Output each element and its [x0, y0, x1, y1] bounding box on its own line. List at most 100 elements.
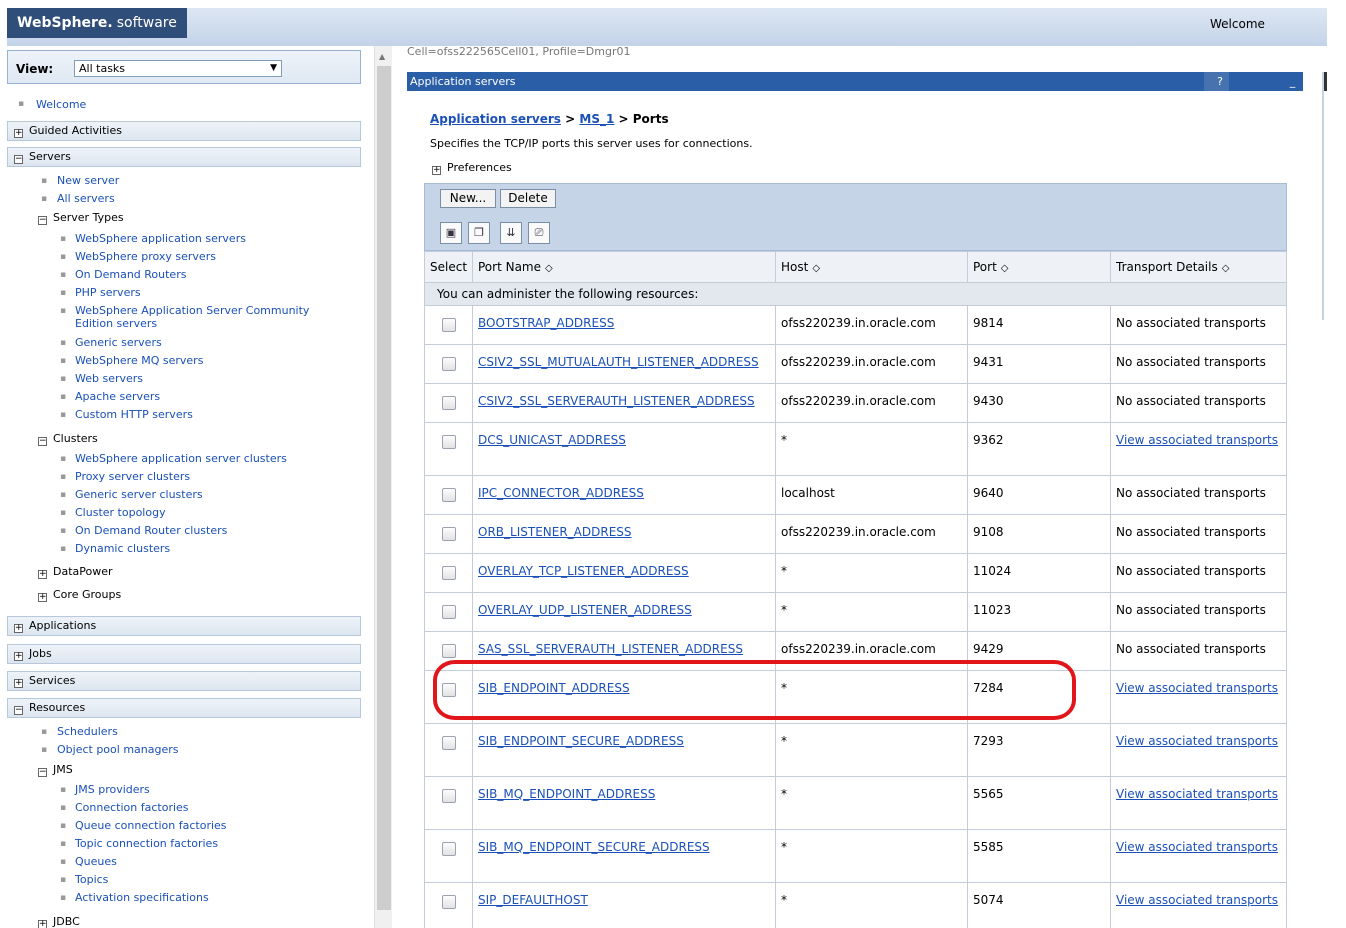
- nav-generic-server-clusters[interactable]: Generic server clusters: [75, 488, 203, 501]
- collapse-icon[interactable]: −: [38, 216, 47, 225]
- view-transports-link[interactable]: View associated transports: [1116, 787, 1278, 801]
- nav-topic-connection-factories[interactable]: Topic connection factories: [75, 837, 218, 850]
- breadcrumb-application-servers[interactable]: Application servers: [430, 112, 561, 126]
- nav-community-edition-line1[interactable]: WebSphere Application Server Community: [75, 304, 309, 317]
- select-all-icon[interactable]: ▣: [440, 222, 462, 244]
- row-checkbox[interactable]: [441, 842, 456, 856]
- nav-datapower[interactable]: + DataPower: [38, 565, 113, 579]
- row-checkbox[interactable]: [441, 435, 456, 449]
- expand-icon[interactable]: +: [14, 679, 23, 688]
- preferences-toggle[interactable]: + Preferences: [432, 161, 512, 175]
- expand-icon[interactable]: +: [38, 570, 47, 579]
- breadcrumb-ms1[interactable]: MS_1: [579, 112, 614, 126]
- row-checkbox[interactable]: [441, 736, 456, 750]
- nav-mq-servers[interactable]: WebSphere MQ servers: [75, 354, 203, 367]
- view-transports-link[interactable]: View associated transports: [1116, 734, 1278, 748]
- delete-button[interactable]: Delete: [500, 189, 556, 208]
- nav-servers[interactable]: − Servers: [7, 147, 361, 167]
- header-port[interactable]: Port ◇: [967, 251, 1111, 283]
- nav-queue-connection-factories[interactable]: Queue connection factories: [75, 819, 227, 832]
- port-name-link[interactable]: SIB_ENDPOINT_SECURE_ADDRESS: [478, 734, 684, 748]
- nav-applications[interactable]: + Applications: [7, 616, 361, 636]
- nav-new-server[interactable]: New server: [57, 174, 119, 187]
- nav-object-pool-managers[interactable]: Object pool managers: [57, 743, 179, 756]
- nav-schedulers[interactable]: Schedulers: [57, 725, 118, 738]
- port-name-link[interactable]: SIB_MQ_ENDPOINT_ADDRESS: [478, 787, 655, 801]
- new-button[interactable]: New...: [440, 189, 496, 208]
- nav-community-edition-line2[interactable]: Edition servers: [75, 317, 157, 330]
- view-transports-link[interactable]: View associated transports: [1116, 840, 1278, 854]
- expand-icon[interactable]: +: [14, 652, 23, 661]
- nav-jobs[interactable]: + Jobs: [7, 644, 361, 664]
- expand-icon[interactable]: +: [14, 129, 23, 138]
- port-name-link[interactable]: IPC_CONNECTOR_ADDRESS: [478, 486, 644, 500]
- nav-all-servers[interactable]: All servers: [57, 192, 115, 205]
- port-name-link[interactable]: DCS_UNICAST_ADDRESS: [478, 433, 626, 447]
- expand-icon[interactable]: +: [38, 593, 47, 602]
- row-checkbox[interactable]: [441, 789, 456, 803]
- nav-web-servers[interactable]: Web servers: [75, 372, 143, 385]
- nav-queues[interactable]: Queues: [75, 855, 117, 868]
- nav-php-servers[interactable]: PHP servers: [75, 286, 141, 299]
- nav-guided-activities[interactable]: + Guided Activities: [7, 121, 361, 141]
- nav-services[interactable]: + Services: [7, 671, 361, 691]
- row-checkbox[interactable]: [441, 527, 456, 541]
- view-transports-link[interactable]: View associated transports: [1116, 433, 1278, 447]
- nav-proxy-server-clusters[interactable]: Proxy server clusters: [75, 470, 190, 483]
- header-host[interactable]: Host ◇: [775, 251, 968, 283]
- sort-icon[interactable]: ◇: [545, 263, 553, 274]
- port-name-link[interactable]: CSIV2_SSL_MUTUALAUTH_LISTENER_ADDRESS: [478, 355, 759, 369]
- clear-filter-icon[interactable]: ⎚: [528, 222, 550, 244]
- row-checkbox[interactable]: [441, 895, 456, 909]
- port-name-link[interactable]: CSIV2_SSL_SERVERAUTH_LISTENER_ADDRESS: [478, 394, 755, 408]
- nav-topics[interactable]: Topics: [75, 873, 108, 886]
- deselect-all-icon[interactable]: ❐: [468, 222, 490, 244]
- port-name-link[interactable]: ORB_LISTENER_ADDRESS: [478, 525, 632, 539]
- collapse-icon[interactable]: −: [14, 155, 23, 164]
- nav-welcome-link[interactable]: Welcome: [36, 98, 86, 111]
- row-checkbox[interactable]: [441, 396, 456, 410]
- row-checkbox[interactable]: [441, 357, 456, 371]
- collapse-icon[interactable]: −: [14, 706, 23, 715]
- port-name-link[interactable]: OVERLAY_TCP_LISTENER_ADDRESS: [478, 564, 689, 578]
- row-checkbox[interactable]: [441, 644, 456, 658]
- row-checkbox[interactable]: [441, 605, 456, 619]
- nav-apache-servers[interactable]: Apache servers: [75, 390, 160, 403]
- sort-icon[interactable]: ◇: [1222, 263, 1230, 274]
- view-select[interactable]: All tasks ▼: [74, 60, 282, 77]
- nav-core-groups[interactable]: + Core Groups: [38, 588, 121, 602]
- nav-server-types[interactable]: − Server Types: [38, 211, 124, 225]
- view-transports-link[interactable]: View associated transports: [1116, 681, 1278, 695]
- expand-icon[interactable]: +: [38, 920, 47, 928]
- nav-activation-specifications[interactable]: Activation specifications: [75, 891, 209, 904]
- expand-icon[interactable]: +: [432, 166, 441, 175]
- nav-generic-servers[interactable]: Generic servers: [75, 336, 162, 349]
- nav-on-demand-routers[interactable]: On Demand Routers: [75, 268, 186, 281]
- collapse-icon[interactable]: −: [38, 768, 47, 777]
- nav-jdbc[interactable]: + JDBC: [38, 915, 80, 928]
- nav-websphere-app-servers[interactable]: WebSphere application servers: [75, 232, 246, 245]
- scroll-up-icon[interactable]: ▲: [379, 52, 385, 61]
- help-icon[interactable]: ?: [1204, 72, 1229, 91]
- show-filter-icon[interactable]: ⇊: [500, 222, 522, 244]
- nav-connection-factories[interactable]: Connection factories: [75, 801, 189, 814]
- scroll-thumb[interactable]: [377, 66, 391, 910]
- port-name-link[interactable]: SIP_DEFAULTHOST: [478, 893, 588, 907]
- nav-jms[interactable]: − JMS: [38, 763, 73, 777]
- nav-scrollbar[interactable]: ▲: [374, 46, 392, 928]
- nav-dynamic-clusters[interactable]: Dynamic clusters: [75, 542, 170, 555]
- nav-custom-http-servers[interactable]: Custom HTTP servers: [75, 408, 193, 421]
- nav-clusters[interactable]: − Clusters: [38, 432, 98, 446]
- port-name-link[interactable]: SIB_MQ_ENDPOINT_SECURE_ADDRESS: [478, 840, 710, 854]
- row-checkbox[interactable]: [441, 566, 456, 580]
- header-transport[interactable]: Transport Details ◇: [1110, 251, 1287, 283]
- nav-resources[interactable]: − Resources: [7, 698, 361, 718]
- minimize-icon[interactable]: _: [1282, 72, 1303, 91]
- nav-odr-clusters[interactable]: On Demand Router clusters: [75, 524, 227, 537]
- row-checkbox[interactable]: [441, 488, 456, 502]
- sort-icon[interactable]: ◇: [812, 263, 820, 274]
- collapse-icon[interactable]: −: [38, 437, 47, 446]
- sort-icon[interactable]: ◇: [1001, 263, 1009, 274]
- expand-icon[interactable]: +: [14, 624, 23, 633]
- header-port-name[interactable]: Port Name ◇: [472, 251, 776, 283]
